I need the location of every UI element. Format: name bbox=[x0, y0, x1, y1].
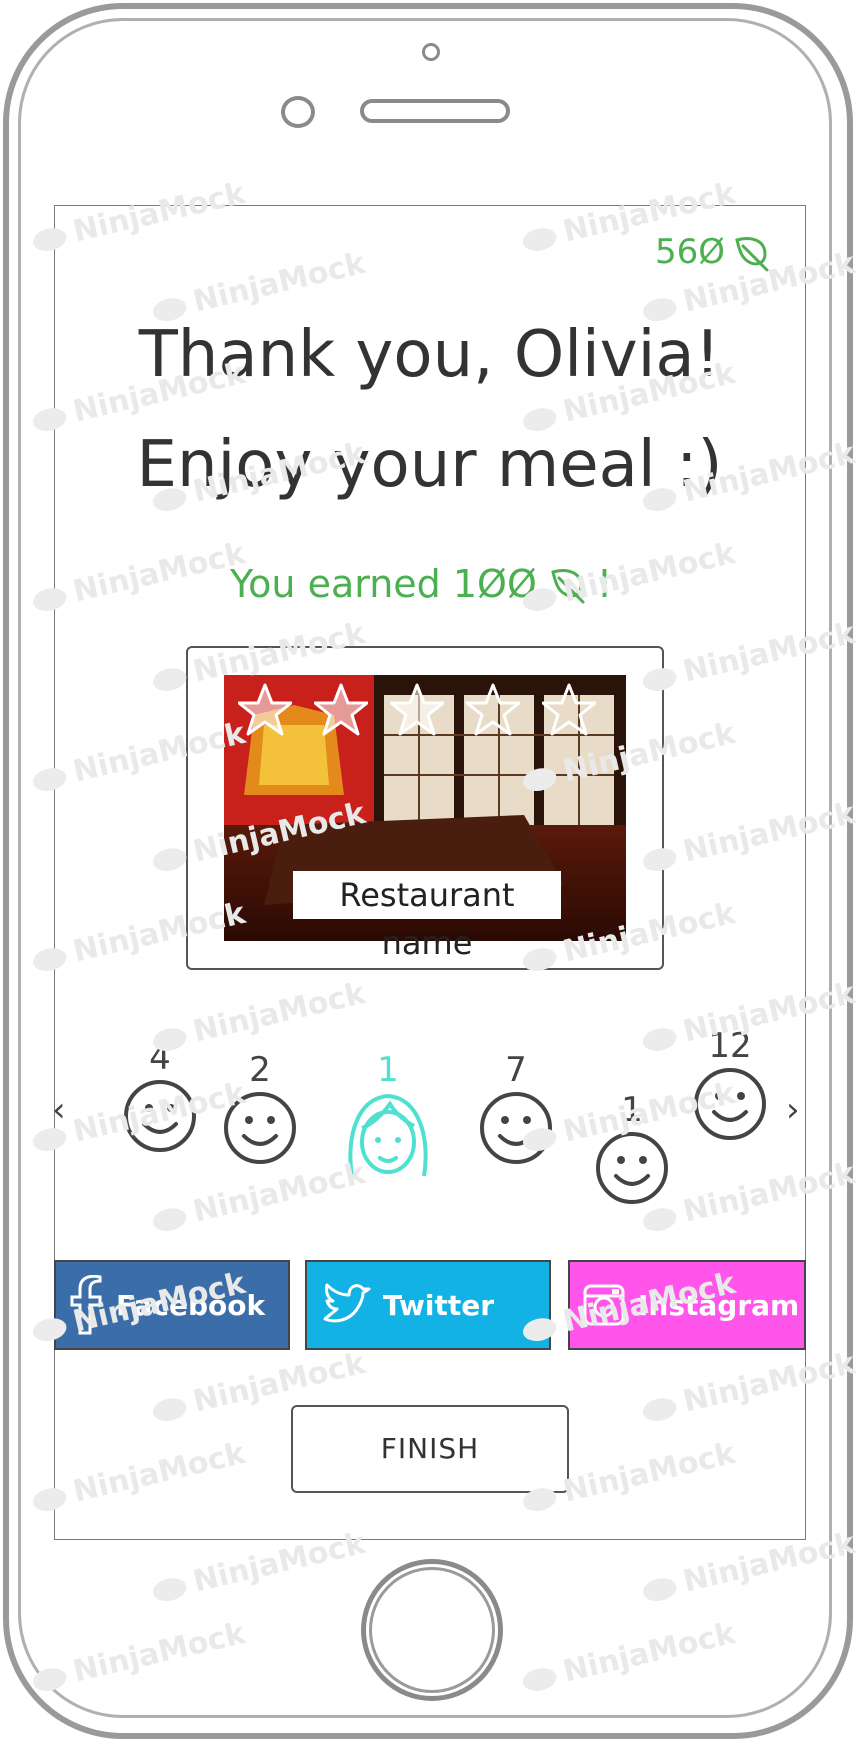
earned-exclamation: ! bbox=[596, 562, 613, 606]
guest-count: 2 bbox=[249, 1050, 271, 1090]
home-button-ring bbox=[369, 1567, 495, 1693]
smiley-icon bbox=[596, 1132, 668, 1204]
star-empty-icon[interactable] bbox=[466, 683, 520, 737]
smiley-icon bbox=[224, 1092, 296, 1164]
chevron-right-icon[interactable]: › bbox=[786, 1090, 800, 1130]
instagram-icon bbox=[583, 1284, 625, 1326]
twitter-share-button[interactable]: Twitter bbox=[305, 1260, 551, 1350]
facebook-icon bbox=[70, 1275, 102, 1335]
earned-text: You earned 1ØØ bbox=[230, 562, 537, 606]
instagram-share-button[interactable]: Instagram bbox=[568, 1260, 806, 1350]
current-user-avatar[interactable]: 1 bbox=[340, 1050, 436, 1186]
twitter-label: Twitter bbox=[383, 1288, 495, 1322]
sensor-icon bbox=[281, 96, 315, 128]
current-user-count: 1 bbox=[377, 1050, 399, 1090]
leaf-icon bbox=[735, 237, 769, 272]
points-value: 56Ø bbox=[655, 232, 726, 272]
star-filled-icon[interactable] bbox=[390, 683, 444, 737]
instagram-label: Instagram bbox=[638, 1288, 800, 1322]
star-filled-icon[interactable] bbox=[314, 683, 368, 737]
guest-count: 1 bbox=[621, 1090, 643, 1130]
smiley-icon bbox=[480, 1092, 552, 1164]
earned-points: You earned 1ØØ ! bbox=[230, 562, 612, 606]
restaurant-name: Restaurant name bbox=[293, 871, 561, 962]
rating-stars[interactable] bbox=[238, 683, 596, 737]
woman-face-icon bbox=[348, 1093, 428, 1177]
finish-button[interactable]: FINISH bbox=[291, 1405, 569, 1493]
guest-count: 4 bbox=[149, 1038, 171, 1078]
star-filled-icon[interactable] bbox=[238, 683, 292, 737]
leaf-icon bbox=[551, 569, 585, 604]
guest-avatar[interactable]: 1 bbox=[594, 1090, 670, 1210]
guest-avatar[interactable]: 2 bbox=[222, 1050, 298, 1170]
twitter-icon bbox=[323, 1283, 371, 1323]
enjoy-meal-heading: Enjoy your meal :) bbox=[136, 428, 723, 502]
guest-avatar[interactable]: 4 bbox=[122, 1038, 198, 1158]
smiley-icon bbox=[694, 1068, 766, 1140]
facebook-label: Facebook bbox=[116, 1288, 266, 1322]
points-balance: 56Ø bbox=[655, 232, 771, 272]
guest-avatar[interactable]: 7 bbox=[478, 1050, 554, 1170]
star-empty-icon[interactable] bbox=[542, 683, 596, 737]
guest-avatar[interactable]: 12 bbox=[692, 1026, 768, 1146]
guest-count: 12 bbox=[708, 1026, 752, 1066]
guest-count: 7 bbox=[505, 1050, 527, 1090]
camera-icon bbox=[422, 43, 440, 61]
smiley-icon bbox=[124, 1080, 196, 1152]
thank-you-heading: Thank you, Olivia! bbox=[138, 318, 721, 392]
speaker-grille bbox=[360, 99, 510, 123]
chevron-left-icon[interactable]: ‹ bbox=[52, 1090, 66, 1130]
facebook-share-button[interactable]: Facebook bbox=[54, 1260, 290, 1350]
